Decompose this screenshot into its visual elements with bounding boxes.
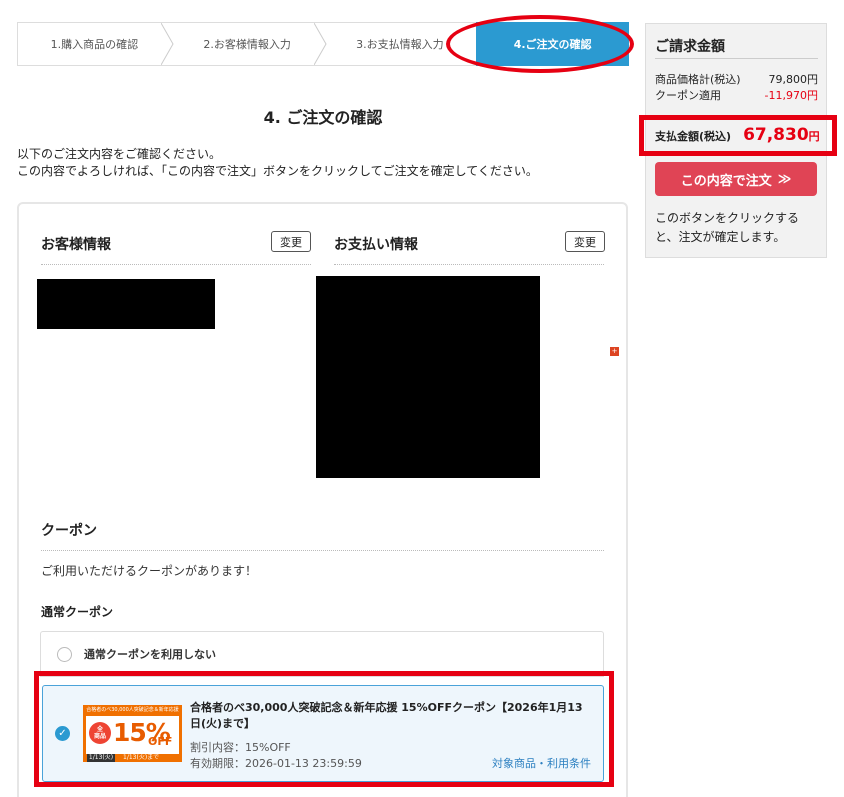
subtotal-value: 79,800円 [768, 73, 819, 86]
divider [41, 264, 311, 265]
page-title: 4. ご注文の確認 [263, 108, 383, 127]
redacted-customer-info [37, 279, 215, 329]
place-order-button[interactable]: この内容で注文 ≫ [655, 162, 817, 196]
step-label: 1.購入商品の確認 [50, 38, 139, 51]
coupon-heading: クーポン [41, 523, 97, 539]
step-arrow-icon [160, 23, 174, 65]
payment-info-heading: お支払い情報 [334, 237, 418, 253]
double-chevron-right-icon: ≫ [777, 171, 792, 187]
total-highlight [639, 115, 837, 156]
current-step-highlight [446, 15, 634, 73]
coupon-label: クーポン適用 [655, 89, 721, 102]
order-button-label: この内容で注文 [680, 173, 772, 189]
divider [655, 58, 818, 59]
plus-icon: + [610, 347, 619, 356]
intro-line: この内容でよろしければ、「この内容で注文」ボタンをクリックしてご注文を確定してく… [17, 164, 538, 178]
intro-text: 以下のご注文内容をご確認ください。 この内容でよろしければ、「この内容で注文」ボ… [17, 146, 538, 180]
subtotal-row: 商品価格計(税込) 79,800円 [655, 71, 818, 87]
step-2: 2.お客様情報入力 [170, 22, 327, 66]
intro-line: 以下のご注文内容をご確認ください。 [17, 147, 222, 161]
customer-change-button[interactable]: 変更 [271, 231, 311, 252]
step-arrow-icon [313, 23, 327, 65]
summary-title: ご請求金額 [655, 39, 725, 55]
order-note: このボタンをクリックすると、注文が確定します。 [655, 211, 800, 244]
radio-unchecked-icon[interactable] [57, 646, 72, 662]
step-1: 1.購入商品の確認 [17, 22, 174, 66]
coupon-value: -11,970円 [764, 89, 818, 102]
normal-coupon-heading: 通常クーポン [41, 605, 114, 619]
step-label: 3.お支払情報入力 [356, 38, 444, 51]
payment-change-button[interactable]: 変更 [565, 231, 605, 252]
coupon-option-label: 通常クーポンを利用しない [84, 648, 216, 661]
redacted-payment-info [316, 276, 540, 478]
coupon-message: ご利用いただけるクーポンがあります！ [41, 564, 258, 578]
customer-info-heading: お客様情報 [41, 237, 111, 253]
step-label: 2.お客様情報入力 [203, 38, 291, 51]
coupon-row: クーポン適用 -11,970円 [655, 87, 818, 103]
divider [41, 550, 604, 551]
subtotal-label: 商品価格計(税込) [655, 73, 741, 86]
selected-coupon-highlight [34, 671, 614, 787]
divider [334, 264, 604, 265]
